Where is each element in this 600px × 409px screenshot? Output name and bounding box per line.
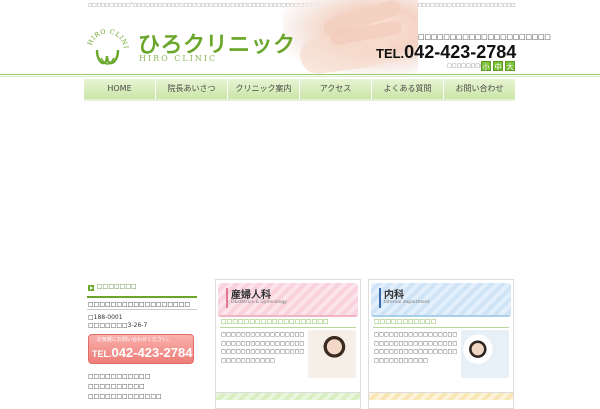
font-size-large-button[interactable]: 大	[505, 61, 515, 71]
card-title-internal: 内科	[384, 290, 404, 301]
header-divider	[0, 74, 600, 75]
clinic-logo-en: HIRO CLINIC	[139, 54, 218, 63]
sidebar-link[interactable]: □□□□□□□□□□□□□	[88, 393, 162, 400]
nav-greeting[interactable]: 院長あいさつ	[156, 79, 228, 99]
woman-photo-image	[308, 330, 356, 378]
nav-home[interactable]: HOME	[84, 79, 156, 99]
card-text-internal: □□□□□□□□□□□□□□□□□□□□□□□□□□□□□□□□□□□□□□□□…	[374, 332, 458, 364]
sidebar-link[interactable]: □□□□□□□□□□□	[88, 373, 150, 380]
nav-faq[interactable]: よくある質問	[372, 79, 444, 99]
svg-text:HIRO CLINIC: HIRO CLINIC	[85, 28, 130, 50]
tel-banner-prefix: TEL.	[92, 349, 112, 359]
card-accent-bar	[226, 288, 228, 308]
arrow-right-icon	[88, 285, 94, 291]
card-catch-underline	[220, 327, 356, 328]
card-catch-underline	[373, 327, 509, 328]
tel-banner-digits: 042-423-2784	[111, 345, 193, 360]
card-catch-obgyn: □□□□□□□□□□□□□□□□□□□	[221, 318, 329, 325]
sidebar-address: □□□□□□□3-26-7	[88, 322, 148, 329]
card-subtitle-obgyn: Obstetrics & Gynecology	[231, 300, 287, 305]
sidebar-zip: □188-0001	[88, 314, 123, 321]
department-card-partial[interactable]	[368, 392, 514, 400]
card-subtitle-internal: Internal department	[384, 300, 430, 305]
header-phone: TEL.042-423-2784	[376, 42, 516, 63]
font-size-medium-button[interactable]: 中	[493, 61, 503, 71]
clinic-emblem-logo[interactable]: HIRO CLINIC	[85, 28, 130, 72]
font-size-label: □□□□□□□□	[447, 63, 485, 69]
nav-clinic-info[interactable]: クリニック案内	[228, 79, 300, 99]
sidebar-divider	[87, 309, 197, 310]
department-card-partial[interactable]	[215, 392, 361, 400]
nav-shadow	[84, 99, 515, 101]
header-divider-light	[0, 76, 600, 77]
phone-number: 042-423-2784	[404, 42, 517, 62]
global-nav: HOME 院長あいさつ クリニック案内 アクセス よくある質問 お問い合わせ	[84, 79, 515, 99]
sidebar-link[interactable]: □□□□□□□□□□	[88, 383, 145, 390]
font-size-small-button[interactable]: 小	[481, 61, 491, 71]
card-title-obgyn: 産婦人科	[231, 290, 271, 301]
nurse-photo-image	[461, 330, 509, 378]
card-catch-internal: □□□□□□□□□□□	[374, 318, 437, 325]
tel-banner-number: TEL.042-423-2784	[92, 345, 192, 360]
card-text-obgyn: □□□□□□□□□□□□□□□□□□□□□□□□□□□□□□□□□□□□□□□□…	[221, 332, 305, 364]
sidebar-clinic-name: □□□□□□□□□□□□□□□□□□	[88, 301, 191, 308]
phone-prefix: TEL.	[376, 46, 405, 61]
sidebar-heading: □□□□□□□	[97, 283, 137, 290]
emblem-text: HIRO CLINIC	[85, 28, 129, 50]
card-accent-bar	[379, 288, 381, 308]
header-address: □□□□□□□□□□□□□□□□□□□□□	[418, 33, 551, 41]
nav-contact[interactable]: お問い合わせ	[444, 79, 515, 99]
nav-access[interactable]: アクセス	[300, 79, 372, 99]
tel-banner-caption: お気軽にお問い合わせください。	[97, 337, 173, 343]
